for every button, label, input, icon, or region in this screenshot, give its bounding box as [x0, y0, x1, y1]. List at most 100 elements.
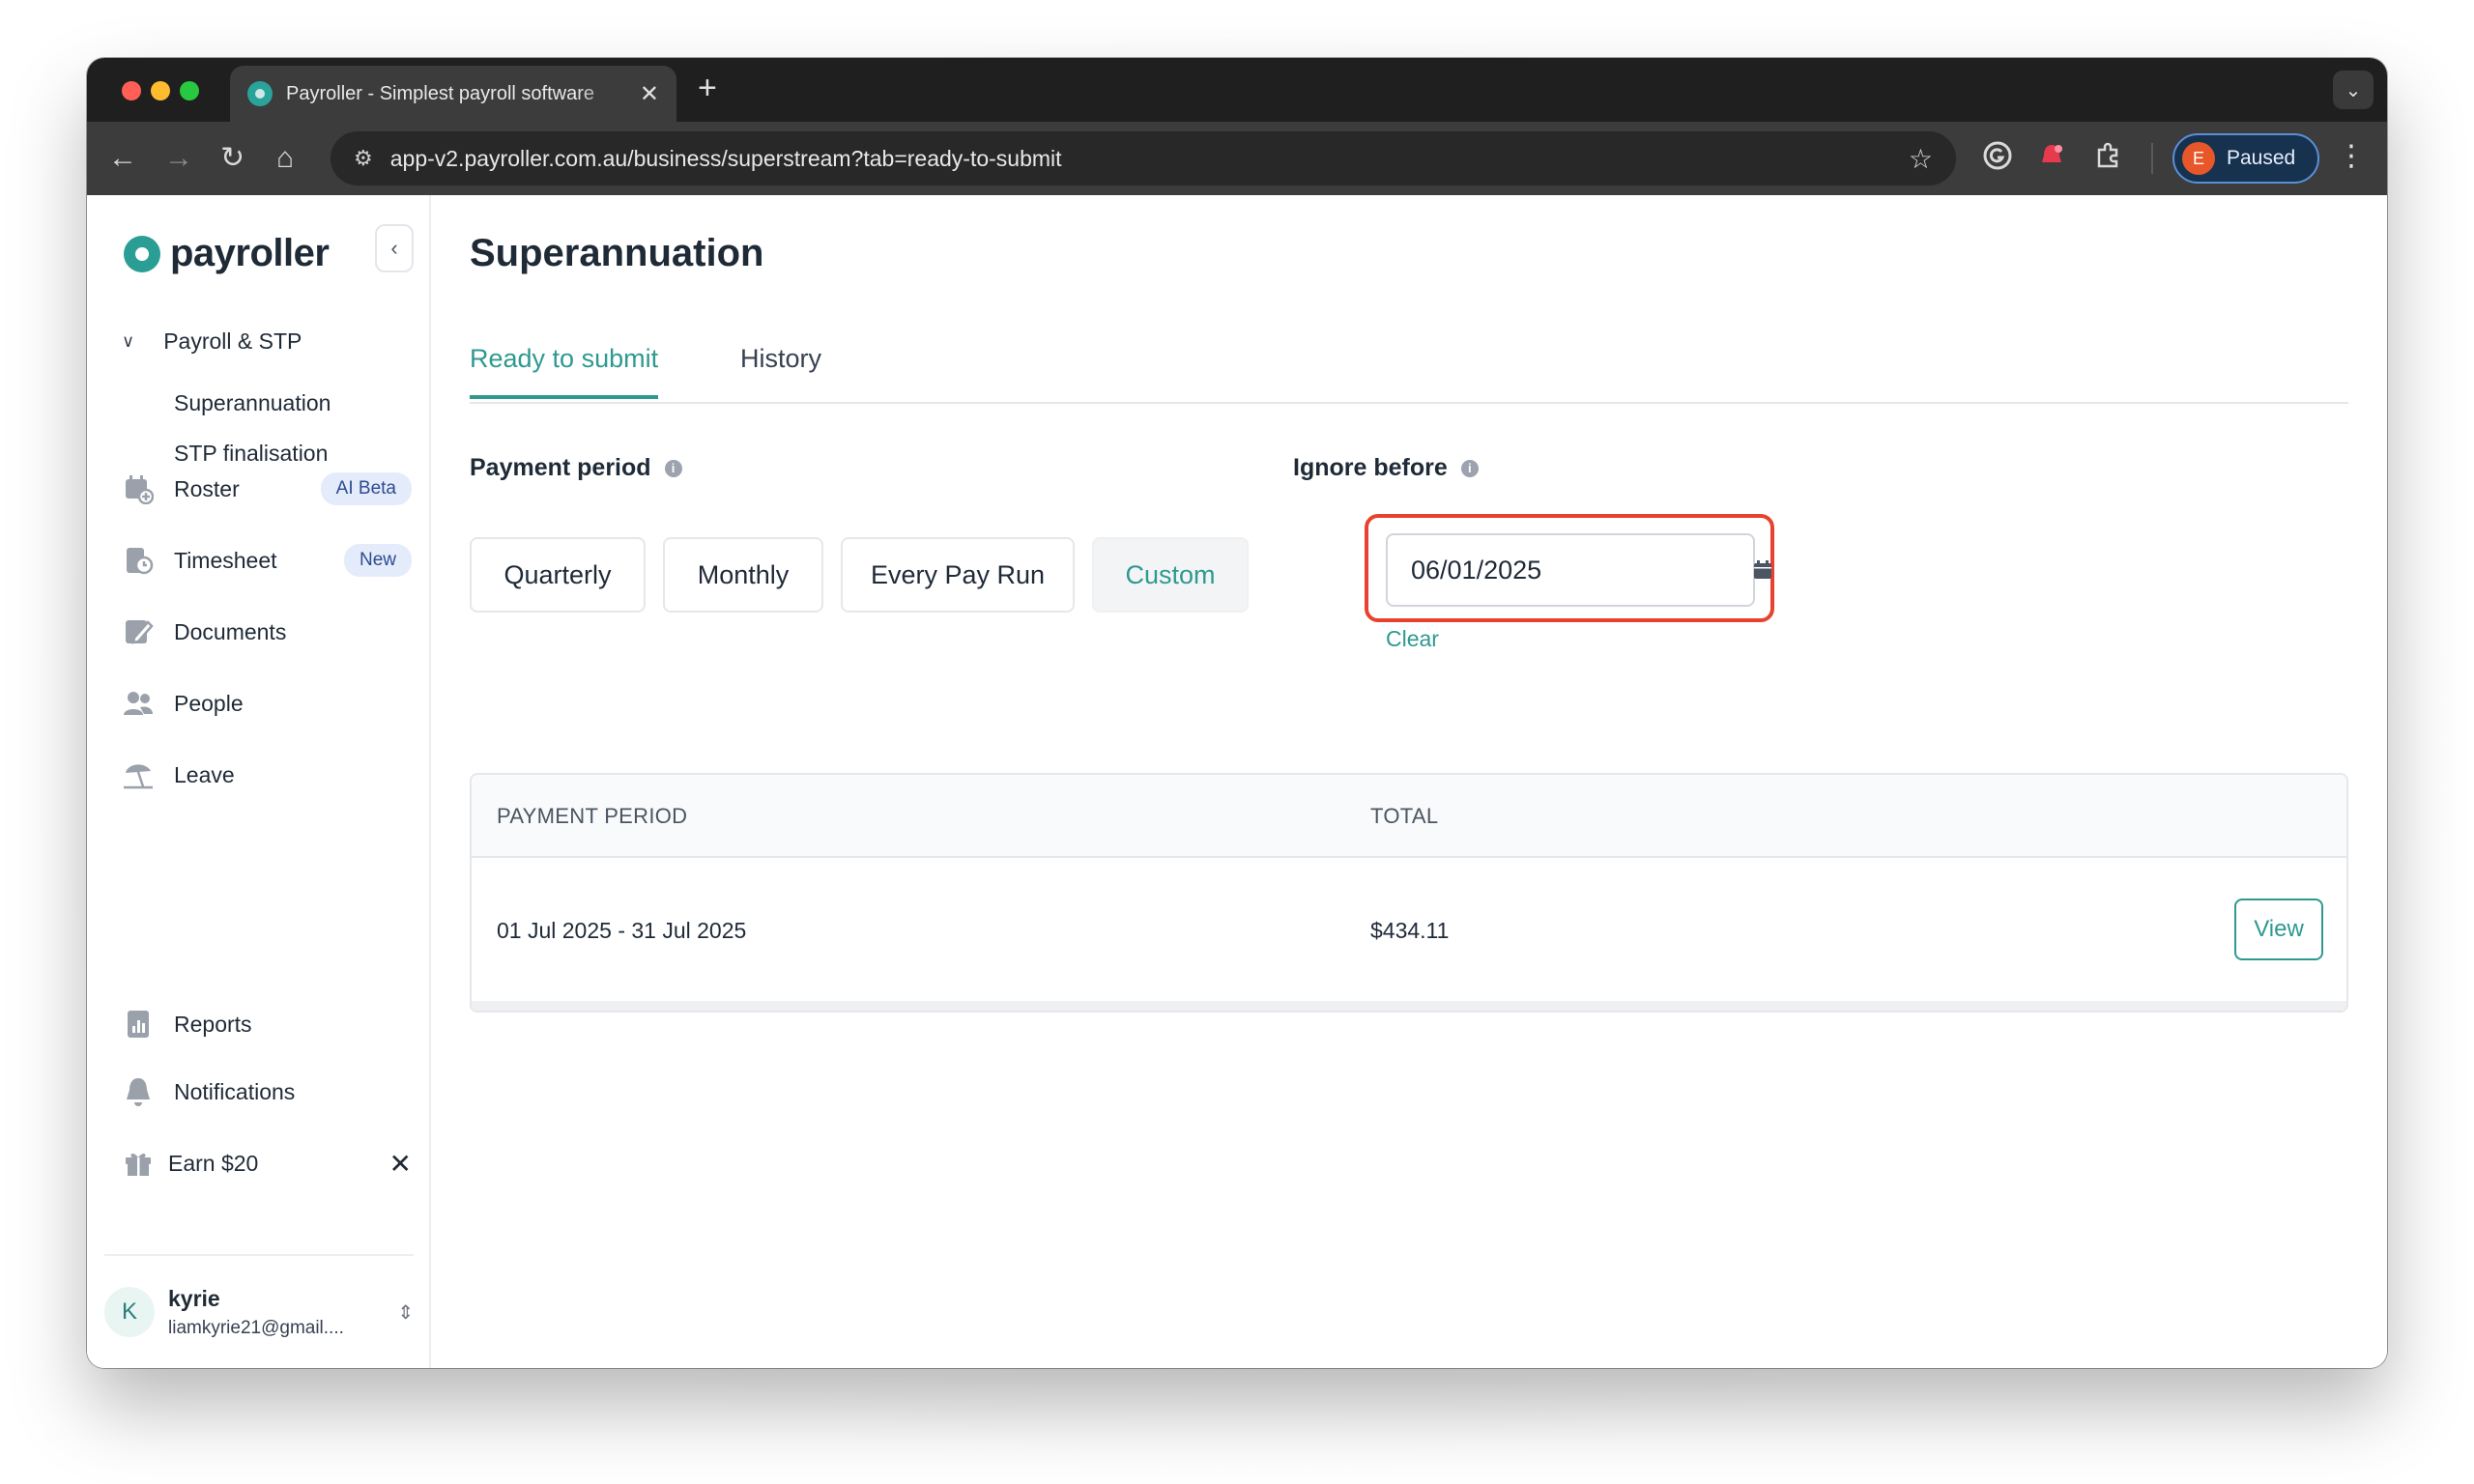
period-monthly-button[interactable]: Monthly	[663, 537, 823, 613]
clear-date-link[interactable]: Clear	[1386, 626, 1439, 652]
profile-button[interactable]: E Paused	[2172, 133, 2319, 184]
sidebar-item-label: Earn $20	[168, 1150, 259, 1176]
back-arrow-icon[interactable]: ←	[108, 141, 137, 176]
sidebar-divider	[104, 1254, 414, 1256]
site-settings-icon[interactable]: ⚙	[354, 146, 373, 171]
sidebar-item-leave[interactable]: Leave	[122, 752, 412, 798]
period-custom-button[interactable]: Custom	[1092, 537, 1249, 613]
extensions-puzzle-icon[interactable]	[2093, 141, 2122, 179]
table-footer	[472, 1001, 2346, 1011]
minimize-window-button[interactable]	[151, 81, 170, 100]
profile-avatar: E	[2182, 142, 2215, 175]
app-viewport: payroller ‹ ∨ Payroll & STP Superannuati…	[87, 195, 2387, 1368]
table-row: 01 Jul 2025 - 31 Jul 2025 $434.11 View	[472, 858, 2346, 1005]
user-name: kyrie	[168, 1285, 220, 1311]
page-title: Superannuation	[470, 232, 764, 274]
main-content: Superannuation Ready to submit History P…	[431, 195, 2387, 1368]
collapse-sidebar-button[interactable]: ‹	[375, 224, 414, 272]
payment-period-label: Payment period i	[470, 454, 682, 482]
nav-group-label: Payroll & STP	[163, 328, 302, 354]
payment-period-label-text: Payment period	[470, 454, 651, 481]
people-icon	[122, 687, 155, 720]
sidebar-item-reports[interactable]: Reports	[122, 1001, 412, 1047]
tab-history[interactable]: History	[740, 344, 821, 395]
table-header: PAYMENT PERIOD TOTAL	[472, 775, 2346, 858]
browser-tab-title: Payroller - Simplest payroll software	[286, 82, 594, 104]
dismiss-earn-close-icon[interactable]: ✕	[389, 1148, 412, 1180]
nav-group-payroll-stp[interactable]: ∨ Payroll & STP	[122, 328, 302, 355]
address-bar[interactable]: ⚙ app-v2.payroller.com.au/business/super…	[331, 131, 1956, 186]
sidebar-item-stp-finalisation[interactable]: STP finalisation	[174, 441, 328, 467]
info-icon[interactable]: i	[664, 459, 682, 477]
tab-search-chevron-icon[interactable]: ⌄	[2333, 71, 2373, 109]
chevron-down-icon: ∨	[122, 331, 135, 351]
payroller-favicon-icon	[247, 81, 273, 106]
payroller-logo-icon	[124, 235, 160, 272]
row-payment-period: 01 Jul 2025 - 31 Jul 2025	[497, 918, 747, 943]
ignore-before-label-text: Ignore before	[1293, 454, 1448, 481]
ai-beta-badge: AI Beta	[320, 472, 412, 505]
user-info: kyrie liamkyrie21@gmail....	[168, 1286, 397, 1339]
column-header-total: TOTAL	[1370, 804, 1439, 828]
sidebar-item-label: Notifications	[174, 1078, 296, 1104]
browser-menu-icon[interactable]: ⋮	[2337, 139, 2366, 174]
sidebar-item-documents[interactable]: Documents	[122, 609, 412, 655]
brand-name: payroller	[170, 232, 330, 274]
period-quarterly-button[interactable]: Quarterly	[470, 537, 646, 613]
sidebar-item-label: Timesheet	[174, 547, 277, 573]
avatar: K	[104, 1287, 155, 1337]
gift-icon	[122, 1147, 155, 1180]
ignore-before-date-field[interactable]	[1386, 533, 1771, 607]
tab-strip: Payroller - Simplest payroll software ✕ …	[87, 58, 2387, 122]
sidebar-item-superannuation[interactable]: Superannuation	[174, 390, 331, 416]
sidebar-item-people[interactable]: People	[122, 680, 412, 727]
superannuation-table: PAYMENT PERIOD TOTAL 01 Jul 2025 - 31 Ju…	[470, 773, 2348, 1013]
browser-window: Payroller - Simplest payroll software ✕ …	[87, 58, 2387, 1368]
sidebar-item-label: People	[174, 690, 244, 716]
roster-icon	[122, 472, 155, 505]
sidebar-item-label: Leave	[174, 761, 235, 787]
sidebar-item-label: Reports	[174, 1011, 252, 1037]
toolbar-divider	[2151, 143, 2153, 174]
forward-arrow-icon[interactable]: →	[164, 141, 193, 176]
maximize-window-button[interactable]	[180, 81, 199, 100]
chevron-up-down-icon: ⇕	[397, 1301, 414, 1324]
tab-ready-to-submit[interactable]: Ready to submit	[470, 344, 659, 399]
calendar-icon[interactable]	[1753, 560, 1772, 580]
close-window-button[interactable]	[122, 81, 141, 100]
brand-logo[interactable]: payroller	[124, 232, 330, 275]
grammarly-extension-icon[interactable]	[1983, 141, 2012, 179]
user-email: liamkyrie21@gmail....	[168, 1317, 344, 1338]
new-badge: New	[343, 544, 412, 577]
row-total: $434.11	[1370, 918, 1450, 943]
chevron-left-icon: ‹	[390, 236, 398, 260]
bookmark-star-icon[interactable]: ☆	[1909, 143, 1933, 175]
sidebar-item-label: Documents	[174, 618, 287, 644]
sidebar-item-timesheet[interactable]: Timesheet New	[122, 537, 412, 584]
tab-bar: Ready to submit History	[470, 338, 2348, 404]
sidebar-item-label: Roster	[174, 475, 240, 501]
info-icon[interactable]: i	[1460, 459, 1479, 477]
reload-icon[interactable]: ↻	[220, 141, 245, 176]
ignore-before-date-input[interactable]	[1411, 555, 1753, 585]
view-button[interactable]: View	[2234, 899, 2323, 960]
sidebar: payroller ‹ ∨ Payroll & STP Superannuati…	[87, 195, 431, 1368]
column-header-payment-period: PAYMENT PERIOD	[497, 804, 688, 828]
browser-toolbar: ← → ↻ ⌂ ⚙ app-v2.payroller.com.au/busine…	[87, 122, 2387, 195]
timesheet-icon	[122, 544, 155, 577]
period-every-pay-run-button[interactable]: Every Pay Run	[841, 537, 1075, 613]
browser-tab[interactable]: Payroller - Simplest payroll software ✕	[230, 66, 676, 122]
home-icon[interactable]: ⌂	[276, 141, 294, 176]
ignore-before-label: Ignore before i	[1293, 454, 1479, 482]
sidebar-item-roster[interactable]: Roster AI Beta	[122, 466, 412, 512]
new-tab-button[interactable]: +	[698, 71, 717, 104]
bell-icon	[122, 1075, 155, 1108]
extension-alert-icon[interactable]	[2037, 141, 2066, 179]
address-bar-url[interactable]: app-v2.payroller.com.au/business/superst…	[390, 146, 1909, 172]
close-tab-icon[interactable]: ✕	[640, 80, 659, 108]
documents-icon	[122, 615, 155, 648]
sidebar-item-notifications[interactable]: Notifications	[122, 1069, 412, 1115]
user-account-switcher[interactable]: K kyrie liamkyrie21@gmail.... ⇕	[104, 1266, 414, 1358]
sidebar-item-earn[interactable]: Earn $20 ✕	[122, 1140, 412, 1186]
reports-icon	[122, 1008, 155, 1041]
